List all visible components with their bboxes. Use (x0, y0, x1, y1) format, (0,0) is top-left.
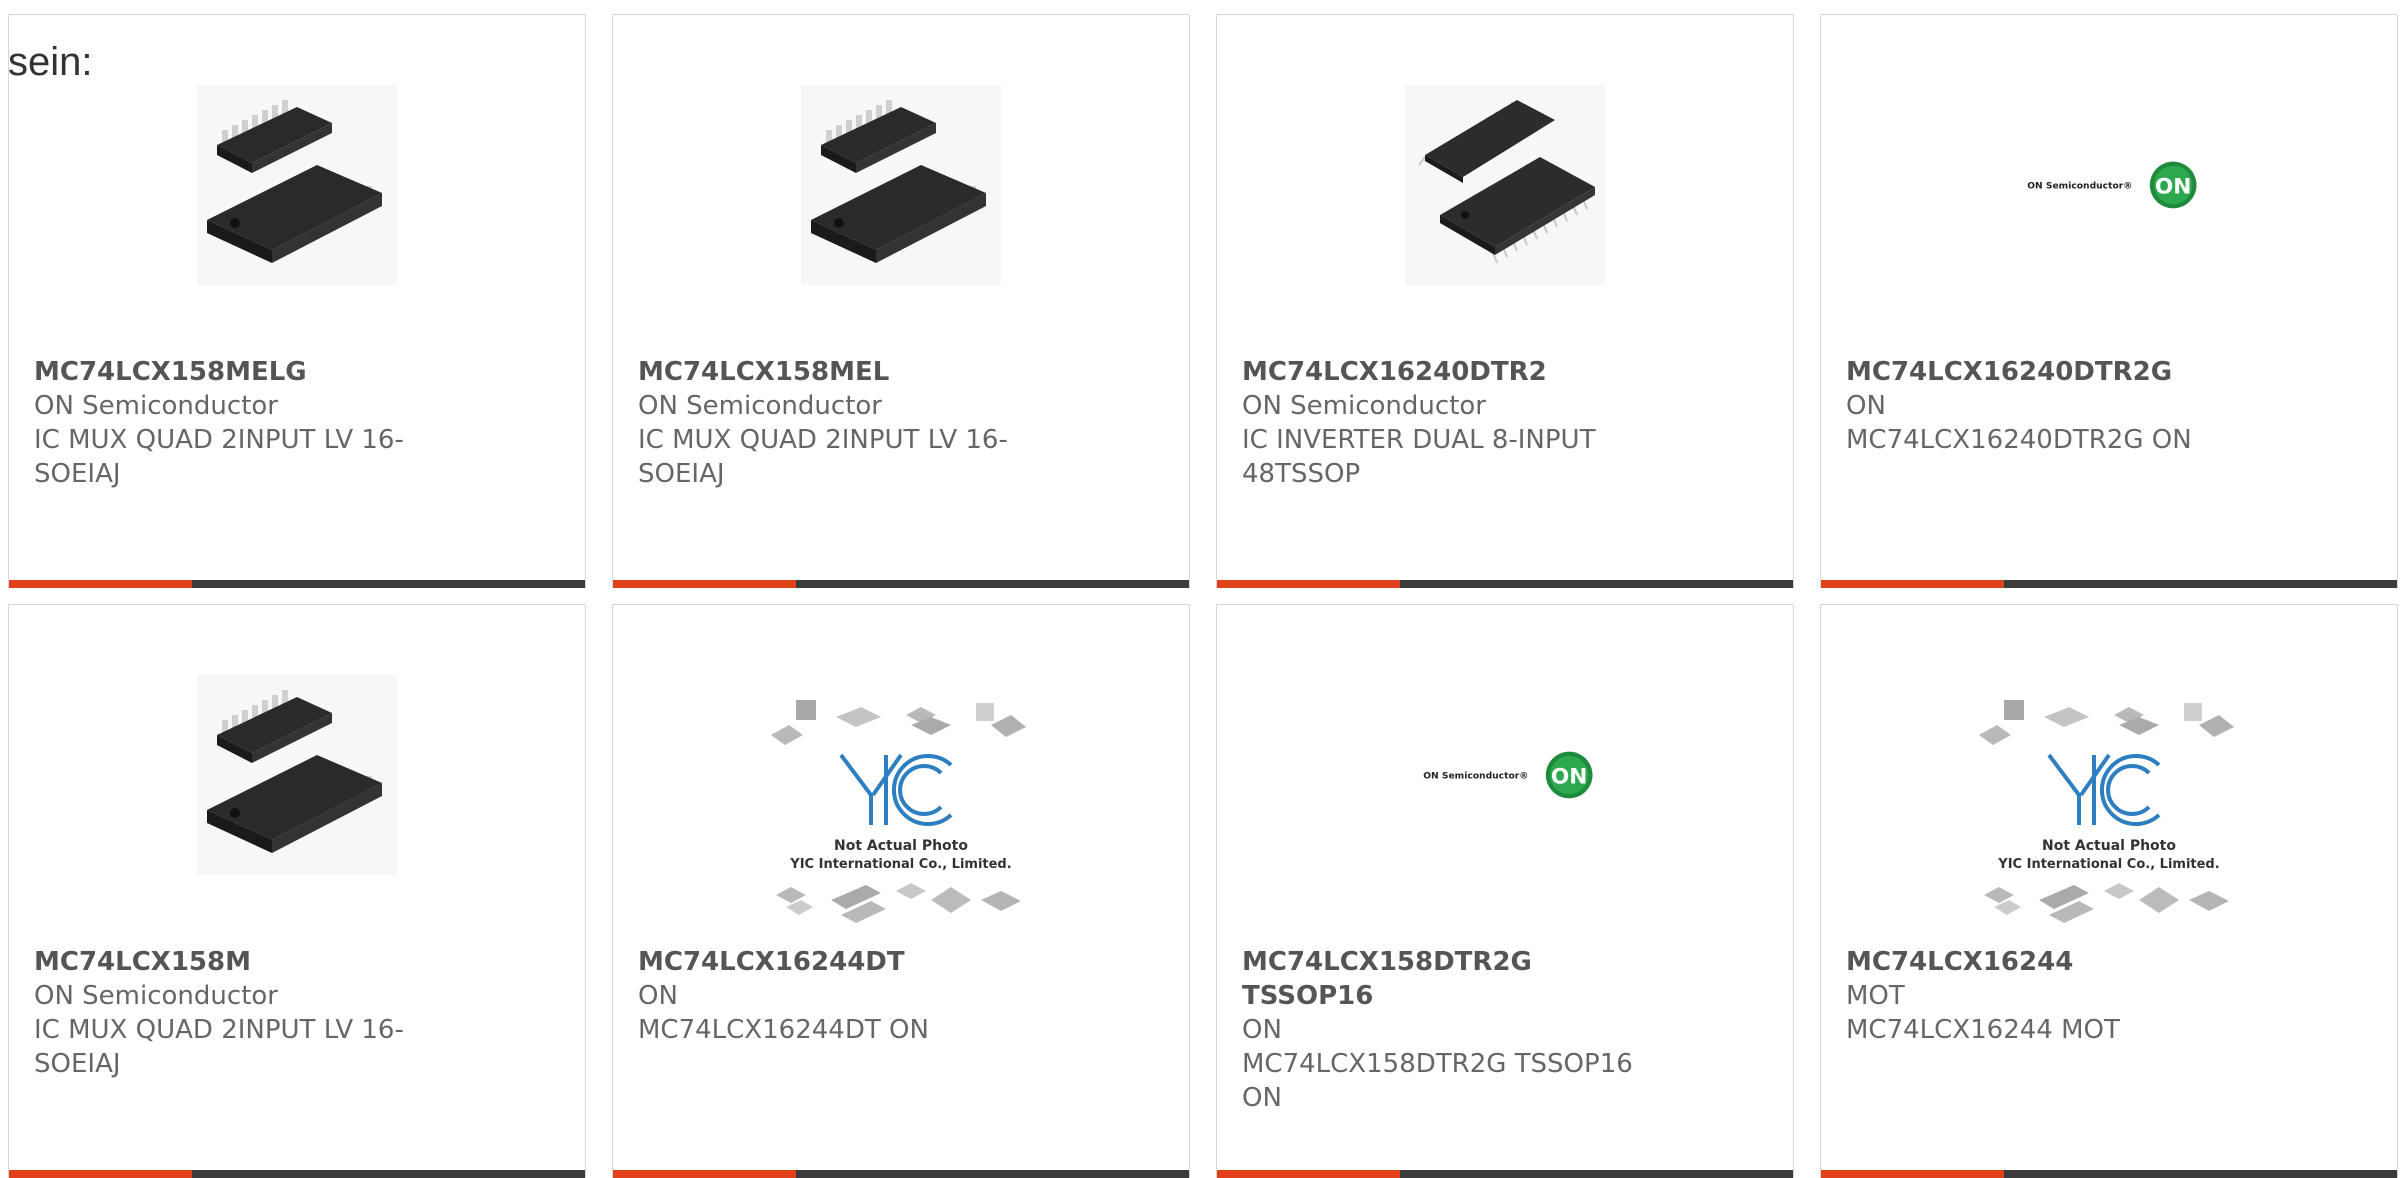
part-number[interactable]: MC74LCX16244 (1846, 945, 2266, 979)
card-accent-bar (1821, 580, 2004, 588)
product-image: Not Actual Photo YIC International Co., L… (1969, 695, 2249, 935)
on-badge-text: ON (2155, 174, 2192, 199)
yic-placeholder: Not Actual Photo YIC International Co., L… (771, 700, 1026, 923)
part-number[interactable]: MC74LCX158M (34, 945, 454, 979)
part-number[interactable]: MC74LCX158MEL (638, 355, 1058, 389)
product-image (197, 85, 397, 285)
description: IC INVERTER DUAL 8-INPUT 48TSSOP (1242, 425, 1596, 489)
product-image (197, 675, 397, 875)
description: IC MUX QUAD 2INPUT LV 16-SOEIAJ (34, 1015, 404, 1079)
card-bottom-bar (1217, 580, 1793, 588)
product-image: ON Semiconductor® ON (1405, 675, 1605, 875)
card-bottom-bar (9, 580, 585, 588)
soic-chip-photo (197, 85, 397, 285)
manufacturer: MOT (1846, 981, 1905, 1011)
on-semiconductor-logo: ON Semiconductor® ON (2027, 161, 2197, 209)
card-accent-bar (9, 1170, 192, 1178)
card-bottom-bar (613, 580, 1189, 588)
card-bottom-bar (9, 1170, 585, 1178)
on-semiconductor-logo: ON Semiconductor® ON (1423, 751, 1593, 799)
not-actual-photo-text: Not Actual Photo (2042, 838, 2176, 854)
manufacturer: ON (1846, 391, 1886, 421)
on-semi-wordmark: ON Semiconductor® (2027, 180, 2132, 191)
manufacturer: ON Semiconductor (34, 391, 278, 421)
description: MC74LCX16240DTR2G ON (1846, 425, 2192, 455)
part-number[interactable]: MC74LCX16244DT (638, 945, 1058, 979)
card-bottom-bar (1821, 580, 2397, 588)
manufacturer: ON Semiconductor (1242, 391, 1486, 421)
card-bottom-bar (1217, 1170, 1793, 1178)
product-card[interactable]: Not Actual Photo YIC International Co., L… (1820, 604, 2398, 1178)
part-number[interactable]: MC74LCX16240DTR2G (1846, 355, 2266, 389)
description: MC74LCX16244 MOT (1846, 1015, 2120, 1045)
part-number[interactable]: MC74LCX158MELG (34, 355, 454, 389)
product-card[interactable]: MC74LCX16240DTR2 ON Semiconductor IC INV… (1216, 14, 1794, 588)
product-card[interactable]: ON Semiconductor® ON MC74LCX158DTR2G TSSO… (1216, 604, 1794, 1178)
soic-chip-photo (197, 675, 397, 875)
part-number[interactable]: MC74LCX16240DTR2 (1242, 355, 1662, 389)
lead-text: sein: (8, 40, 93, 84)
card-accent-bar (613, 1170, 796, 1178)
manufacturer: ON Semiconductor (638, 391, 882, 421)
part-number[interactable]: MC74LCX158DTR2G TSSOP16 (1242, 945, 1662, 1013)
yic-company-text: YIC International Co., Limited. (789, 857, 1011, 872)
product-card[interactable]: ON Semiconductor® ON MC74LCX16240DTR2G ON… (1820, 14, 2398, 588)
manufacturer: ON Semiconductor (34, 981, 278, 1011)
manufacturer: ON (1242, 1015, 1282, 1045)
on-semi-wordmark: ON Semiconductor® (1423, 770, 1528, 781)
card-accent-bar (1217, 1170, 1400, 1178)
product-image (1405, 85, 1605, 285)
card-accent-bar (1821, 1170, 2004, 1178)
product-card[interactable]: Not Actual Photo YIC International Co., L… (612, 604, 1190, 1178)
description: IC MUX QUAD 2INPUT LV 16-SOEIAJ (34, 425, 404, 489)
card-bottom-bar (613, 1170, 1189, 1178)
card-accent-bar (9, 580, 192, 588)
product-card[interactable]: MC74LCX158MEL ON Semiconductor IC MUX QU… (612, 14, 1190, 588)
tssop-chip-photo (1405, 85, 1605, 285)
yic-placeholder: Not Actual Photo YIC International Co., L… (1979, 700, 2234, 923)
product-image (801, 85, 1001, 285)
description: IC MUX QUAD 2INPUT LV 16-SOEIAJ (638, 425, 1008, 489)
manufacturer: ON (638, 981, 678, 1011)
product-card[interactable]: MC74LCX158M ON Semiconductor IC MUX QUAD… (8, 604, 586, 1178)
card-bottom-bar (1821, 1170, 2397, 1178)
product-image: Not Actual Photo YIC International Co., L… (761, 695, 1041, 935)
not-actual-photo-text: Not Actual Photo (834, 838, 968, 854)
product-card[interactable]: MC74LCX158MELG ON Semiconductor IC MUX Q… (8, 14, 586, 588)
yic-company-text: YIC International Co., Limited. (1997, 857, 2219, 872)
card-accent-bar (1217, 580, 1400, 588)
on-badge-text: ON (1551, 764, 1588, 789)
product-image: ON Semiconductor® ON (2009, 85, 2209, 285)
description: MC74LCX16244DT ON (638, 1015, 929, 1045)
soic-chip-photo (801, 85, 1001, 285)
description: MC74LCX158DTR2G TSSOP16 ON (1242, 1049, 1633, 1113)
card-accent-bar (613, 580, 796, 588)
